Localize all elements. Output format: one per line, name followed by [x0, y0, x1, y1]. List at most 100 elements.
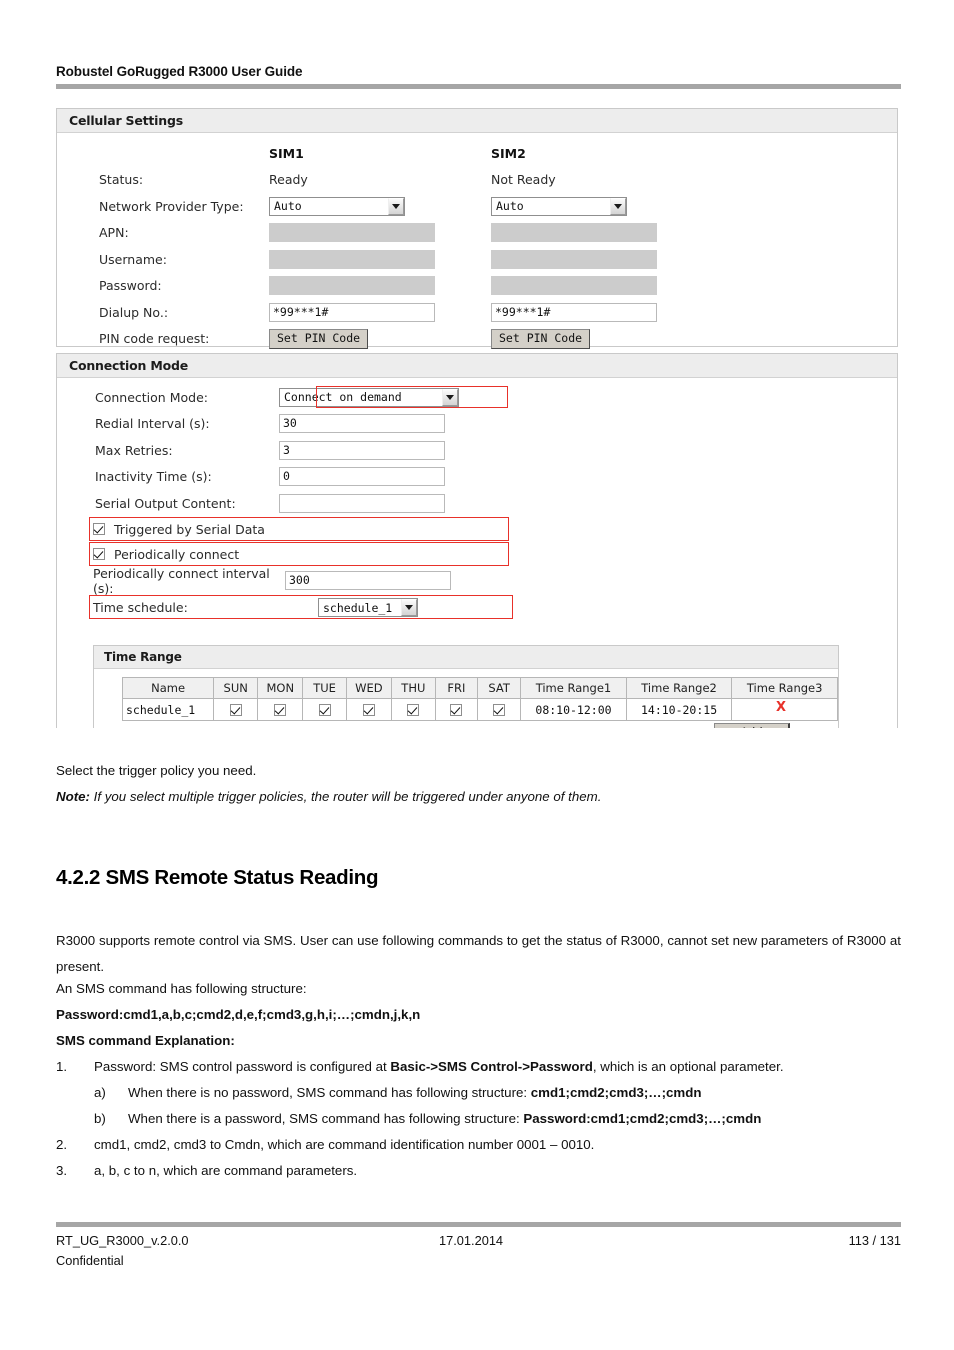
connection-mode-title: Connection Mode — [57, 354, 897, 378]
sim2-dialup-input[interactable]: *99***1# — [491, 302, 657, 322]
add-button[interactable]: Add — [714, 723, 790, 728]
document-footer: RT_UG_R3000_v.2.0.0 17.01.2014 113 / 131… — [56, 1231, 901, 1268]
chevron-down-icon[interactable] — [610, 197, 626, 215]
list-item-text-c: , which is an optional parameter. — [592, 1059, 784, 1074]
chevron-down-icon[interactable] — [442, 388, 458, 406]
sim2-column-header: SIM2 — [491, 145, 526, 161]
sim1-password-cell — [269, 276, 491, 296]
sim1-dialup-input[interactable]: *99***1# — [269, 302, 435, 322]
header-divider — [56, 84, 901, 89]
fri-checkbox[interactable] — [450, 704, 463, 716]
dialup-no-label: Dialup No.: — [99, 304, 169, 320]
sim1-status-value: Ready — [269, 172, 308, 188]
cellular-settings-title: Cellular Settings — [57, 109, 897, 133]
cell-time-range-1[interactable]: 08:10-12:00 — [520, 698, 627, 721]
tue-checkbox[interactable] — [318, 704, 331, 716]
page-title: 4.2.2 SMS Remote Status Reading — [56, 866, 379, 889]
cell-fri[interactable] — [434, 698, 478, 721]
sim2-status-value: Not Ready — [491, 172, 556, 188]
sim2-username-input[interactable] — [491, 249, 657, 269]
sim1-set-pin-code-button[interactable]: Set PIN Code — [269, 328, 369, 349]
sim2-network-provider-select[interactable]: Auto — [491, 196, 627, 216]
numbered-list: 1. Password: SMS control password is con… — [56, 1054, 901, 1184]
cell-wed[interactable] — [345, 698, 392, 721]
connection-mode-select[interactable]: Connect on demand — [279, 387, 459, 407]
row-password: Password: — [57, 273, 897, 300]
connection-mode-field: Connect on demand — [279, 387, 459, 407]
list-item: 1. Password: SMS control password is con… — [56, 1054, 901, 1080]
pin-code-request-label: PIN code request: — [99, 331, 210, 347]
sim1-password-input[interactable] — [269, 276, 435, 296]
note-text: If you select multiple trigger policies,… — [89, 789, 602, 804]
time-range-panel: Time Range Name SUN MON TUE WED THU FRI — [93, 645, 839, 728]
row-status: Status: Ready Not Ready — [57, 167, 897, 194]
sim1-username-input[interactable] — [269, 249, 435, 269]
periodically-connect-checkbox[interactable] — [93, 548, 105, 560]
sat-checkbox[interactable] — [493, 704, 506, 716]
row-periodically-connect-interval: Periodically connect interval (s): 300 — [57, 566, 897, 596]
table-row: schedule_1 08:10-12:00 14:10-20:15 — [121, 698, 838, 721]
row-serial-output-content: Serial Output Content: — [57, 490, 897, 517]
wed-checkbox[interactable] — [362, 704, 375, 716]
chevron-down-icon[interactable] — [401, 599, 417, 616]
periodically-connect-row[interactable]: Periodically connect — [57, 542, 897, 567]
sim1-network-provider-select[interactable]: Auto — [269, 196, 405, 216]
redial-interval-input[interactable]: 30 — [279, 414, 445, 434]
embedded-router-screenshot: Cellular Settings SIM1 SIM2 Status: Read… — [56, 108, 898, 728]
sun-checkbox[interactable] — [229, 704, 242, 716]
document-header: Robustel GoRugged R3000 User Guide — [56, 64, 901, 89]
list-item: a) When there is no password, SMS comman… — [56, 1080, 901, 1106]
triggered-by-serial-data-row[interactable]: Triggered by Serial Data — [57, 517, 897, 542]
sim2-network-provider-cell: Auto — [491, 196, 713, 216]
sim1-network-provider-cell: Auto — [269, 196, 491, 216]
cell-thu[interactable] — [390, 698, 436, 721]
list-item-number: a) — [94, 1085, 106, 1100]
connection-mode-label: Connection Mode: — [95, 389, 208, 405]
periodically-connect-interval-input[interactable]: 300 — [285, 571, 451, 591]
list-item-code: Password:cmd1;cmd2;cmd3;…;cmdn — [523, 1111, 762, 1126]
cell-sun[interactable] — [213, 698, 259, 721]
cell-time-range-2[interactable]: 14:10-20:15 — [625, 698, 733, 721]
mon-checkbox[interactable] — [274, 704, 287, 716]
thu-checkbox[interactable] — [407, 704, 420, 716]
cell-schedule-name[interactable]: schedule_1 — [121, 698, 215, 721]
sim2-apn-input[interactable] — [491, 223, 657, 243]
paragraph-sms-intro: R3000 supports remote control via SMS. U… — [56, 928, 901, 980]
serial-output-content-input[interactable] — [279, 493, 445, 513]
cellular-settings-panel: Cellular Settings SIM1 SIM2 Status: Read… — [56, 108, 898, 349]
sim2-set-pin-code-button[interactable]: Set PIN Code — [491, 328, 591, 349]
delete-row-icon[interactable]: X — [776, 700, 786, 715]
list-item-text: When there is no password, SMS command h… — [128, 1085, 531, 1100]
row-network-provider-type: Network Provider Type: Auto Auto — [57, 193, 897, 220]
cell-mon[interactable] — [257, 698, 304, 721]
sim1-apn-input[interactable] — [269, 223, 435, 243]
sim2-pin-cell: Set PIN Code — [491, 328, 713, 349]
cell-sat[interactable] — [476, 698, 522, 721]
select-trigger-policy-line: Select the trigger policy you need. — [56, 763, 257, 778]
time-schedule-label: Time schedule: — [93, 600, 188, 615]
list-item-text: cmd1, cmd2, cmd3 to Cmdn, which are comm… — [94, 1137, 595, 1152]
sim2-apn-cell — [491, 223, 713, 243]
note-block: Note: If you select multiple trigger pol… — [56, 784, 901, 810]
footer-doc-id: RT_UG_R3000_v.2.0.0 — [56, 1233, 189, 1248]
apn-label: APN: — [99, 225, 129, 241]
th-wed: WED — [345, 677, 392, 699]
password-label: Password: — [99, 278, 162, 294]
status-label: Status: — [99, 172, 144, 188]
max-retries-input[interactable]: 3 — [279, 440, 445, 460]
triggered-by-serial-data-checkbox[interactable] — [93, 523, 105, 535]
chevron-down-icon[interactable] — [388, 197, 404, 215]
time-range-add-row: Add — [122, 722, 838, 728]
time-schedule-select[interactable]: schedule_1 — [318, 598, 418, 617]
sim1-column-header: SIM1 — [269, 145, 304, 161]
sms-structure-lead-text: An SMS command has following structure: — [56, 981, 307, 996]
sim2-dialup-cell: *99***1# — [491, 302, 713, 322]
inactivity-time-input[interactable]: 0 — [279, 467, 445, 487]
list-item-text-a: Password: SMS control password is config… — [94, 1059, 391, 1074]
inactivity-time-field: 0 — [279, 467, 445, 487]
cell-tue[interactable] — [302, 698, 347, 721]
time-range-title: Time Range — [94, 646, 838, 669]
time-schedule-value: schedule_1 — [323, 600, 393, 615]
sms-command-structure: Password:cmd1,a,b,c;cmd2,d,e,f;cmd3,g,h,… — [56, 1002, 901, 1028]
sim2-password-input[interactable] — [491, 276, 657, 296]
